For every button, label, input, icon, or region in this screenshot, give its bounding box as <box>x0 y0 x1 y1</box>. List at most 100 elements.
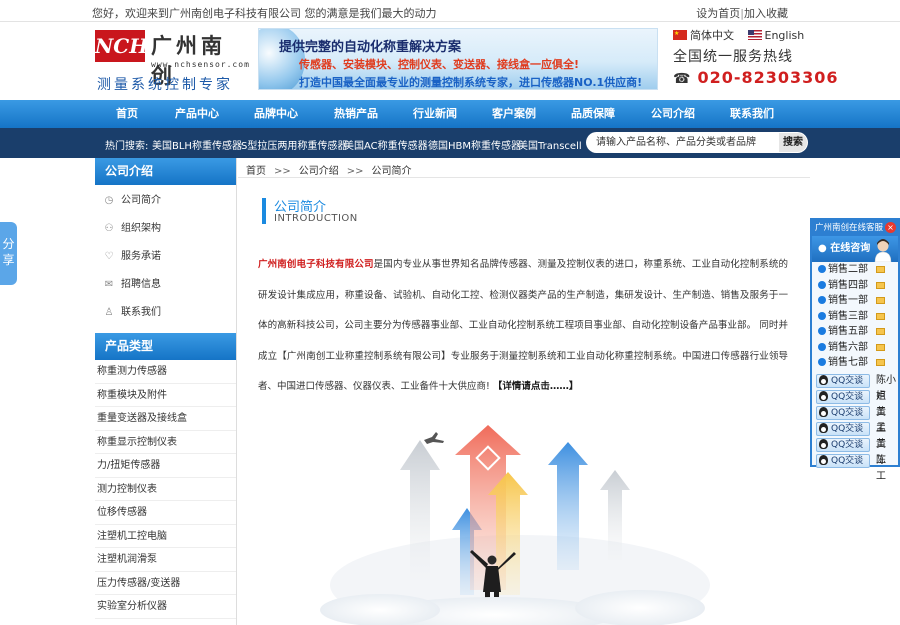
lang-en-link[interactable]: English <box>765 29 805 42</box>
sales-dept-item[interactable]: 销售一部 <box>818 293 898 309</box>
qq-chat-button[interactable]: QQ交谈 <box>816 421 870 436</box>
lang-cn-link[interactable]: 简体中文 <box>690 29 734 42</box>
hot-keyword[interactable]: 美国AC称重传感器 <box>344 137 428 152</box>
sales-dept-item[interactable]: 销售二部 <box>818 262 898 278</box>
hot-keyword[interactable]: 美国Transcell <box>518 137 582 152</box>
qq-chat-item: QQ交谈孟 工 <box>816 421 898 450</box>
product-category-item[interactable]: 重量变送器及接线盒 <box>95 407 236 431</box>
sidebar-product-title: 产品类型 <box>95 333 236 360</box>
nav-item-quality[interactable]: 品质保障 <box>571 100 615 128</box>
nav-item-brands[interactable]: 品牌中心 <box>254 100 298 128</box>
message-icon[interactable] <box>876 297 885 304</box>
read-more-link[interactable]: 【详情请点击……】 <box>493 381 579 392</box>
qq-list: QQ交谈 陈小姐 QQ交谈卢 工 QQ交谈黄 工 QQ交谈孟 工 QQ交谈黄 工 … <box>812 373 898 482</box>
qq-chat-button[interactable]: QQ交谈 <box>816 405 870 420</box>
header-banner: 提供完整的自动化称重解决方案 传感器、安装模块、控制仪表、变送器、接线盒一应俱全… <box>258 28 658 90</box>
search-box: 搜索 <box>586 132 808 153</box>
product-category-item[interactable]: 压力传感器/变送器 <box>95 572 236 595</box>
hot-keyword[interactable]: 德国HBM称重传感器 <box>428 137 521 152</box>
nav-item-home[interactable]: 首页 <box>116 100 138 128</box>
nav-item-hot[interactable]: 热销产品 <box>334 100 378 128</box>
search-button[interactable]: 搜索 <box>779 133 807 152</box>
phone-icon: ☎ <box>673 71 692 87</box>
breadcrumb-home[interactable]: 首页 <box>246 166 266 177</box>
product-category-item[interactable]: 称重模块及附件 <box>95 384 236 407</box>
qq-penguin-icon <box>819 438 828 449</box>
logo-slogan: 测量系统控制专家 <box>97 77 233 93</box>
nav-item-cases[interactable]: 客户案例 <box>492 100 536 128</box>
user-icon <box>818 280 826 289</box>
product-menu: 称重测力传感器 称重模块及附件 重量变送器及接线盒 称重显示控制仪表 力/扭矩传… <box>95 360 236 619</box>
user-icon <box>818 327 826 335</box>
set-home-link[interactable]: 设为首页 <box>696 7 740 20</box>
service-panel-header: 广州南创在线客服 × <box>812 220 898 236</box>
org-icon: ⚇ <box>104 223 114 234</box>
hot-keyword[interactable]: S型拉压两用称重传感器 <box>241 137 347 152</box>
cloud-left <box>320 594 440 625</box>
sidebar-item-label: 招聘信息 <box>121 279 161 290</box>
hot-keyword[interactable]: 美国BLH称重传感器 <box>152 137 242 152</box>
service-title: 广州南创在线客服 <box>815 223 884 233</box>
online-consult-banner: ● 在线咨询 <box>812 236 898 262</box>
bookmark-link[interactable]: 加入收藏 <box>744 7 788 20</box>
breadcrumb-current: 公司简介 <box>371 166 412 177</box>
breadcrumb: 首页 >> 公司介绍 >> 公司简介 <box>246 162 412 177</box>
sidebar-item-contact[interactable]: ♙ 联系我们 <box>95 299 236 327</box>
breadcrumb-about[interactable]: 公司介绍 <box>299 166 339 177</box>
service-avatar <box>874 239 892 262</box>
sales-dept-item[interactable]: 销售七部 <box>818 355 898 371</box>
logo-abbr: NCH <box>95 30 148 62</box>
qq-chat-button[interactable]: QQ交谈 <box>816 453 870 468</box>
product-category-item[interactable]: 位移传感器 <box>95 501 236 525</box>
section-title-en: INTRODUCTION <box>274 213 358 224</box>
sales-dept-item[interactable]: 销售六部 <box>818 340 898 356</box>
nav-item-news[interactable]: 行业新闻 <box>413 100 457 128</box>
sidebar: 公司介绍 ◷ 公司简介 ⚇ 组织架构 ♡ 服务承诺 ✉ 招聘信息 ♙ 联系我们 产品类型 … <box>95 158 237 625</box>
qq-chat-item: QQ交谈 陈小姐 <box>816 373 898 402</box>
product-category-item[interactable]: 实验室分析仪器 <box>95 595 236 619</box>
message-icon[interactable] <box>876 359 885 366</box>
mail-icon: ✉ <box>104 279 114 290</box>
qq-chat-button[interactable]: QQ交谈 <box>816 373 870 388</box>
nav-item-about[interactable]: 公司介绍 <box>651 100 695 128</box>
sidebar-item-jobs[interactable]: ✉ 招聘信息 <box>95 271 236 299</box>
top-bar: 您好，欢迎来到广州南创电子科技有限公司 您的满意是我们最大的动力 设为首页|加入… <box>0 0 900 22</box>
sidebar-item-profile[interactable]: ◷ 公司简介 <box>95 187 236 215</box>
user-icon <box>818 311 826 320</box>
product-category-item[interactable]: 测力控制仪表 <box>95 478 236 501</box>
product-category-item[interactable]: 力/扭矩传感器 <box>95 454 236 478</box>
share-tab[interactable]: 分享 <box>0 222 17 285</box>
nav-item-contact[interactable]: 联系我们 <box>730 100 774 128</box>
user-icon <box>818 358 826 366</box>
close-icon[interactable]: × <box>885 222 896 233</box>
sales-dept-item[interactable]: 销售四部 <box>818 278 898 294</box>
message-icon[interactable] <box>876 312 885 320</box>
sales-dept-item[interactable]: 销售五部 <box>818 324 898 340</box>
product-category-item[interactable]: 注塑机工控电脑 <box>95 525 236 548</box>
product-category-item[interactable]: 注塑机润滑泵 <box>95 548 236 572</box>
airplane-icon <box>424 432 444 444</box>
qq-penguin-icon <box>819 422 828 433</box>
sidebar-item-service[interactable]: ♡ 服务承诺 <box>95 243 236 271</box>
product-category-item[interactable]: 称重显示控制仪表 <box>95 431 236 454</box>
message-icon[interactable] <box>876 266 885 273</box>
search-input[interactable] <box>596 135 766 150</box>
nav-item-products[interactable]: 产品中心 <box>175 100 219 128</box>
hot-search-bar: 热门搜索: 美国BLH称重传感器 S型拉压两用称重传感器 美国AC称重传感器 德… <box>0 128 900 158</box>
sidebar-item-label: 联系我们 <box>121 307 161 318</box>
message-icon[interactable] <box>876 281 885 289</box>
qq-chat-item: QQ交谈黄 工 <box>816 437 898 466</box>
china-flag-icon <box>673 30 687 40</box>
product-category-item[interactable]: 称重测力传感器 <box>95 360 236 384</box>
sidebar-item-label: 组织架构 <box>121 223 161 234</box>
qq-chat-button[interactable]: QQ交谈 <box>816 389 870 404</box>
logo[interactable]: NCH 广州南创 www.nchsensor.com 测量系统控制专家 <box>95 30 250 93</box>
us-flag-icon <box>747 30 762 40</box>
message-icon[interactable] <box>876 328 885 335</box>
sidebar-item-structure[interactable]: ⚇ 组织架构 <box>95 215 236 243</box>
qq-penguin-icon <box>819 406 828 417</box>
sales-dept-item[interactable]: 销售三部 <box>818 309 898 325</box>
message-icon[interactable] <box>876 343 885 351</box>
qq-chat-button[interactable]: QQ交谈 <box>816 437 870 452</box>
welcome-text: 您好，欢迎来到广州南创电子科技有限公司 您的满意是我们最大的动力 <box>92 7 437 20</box>
